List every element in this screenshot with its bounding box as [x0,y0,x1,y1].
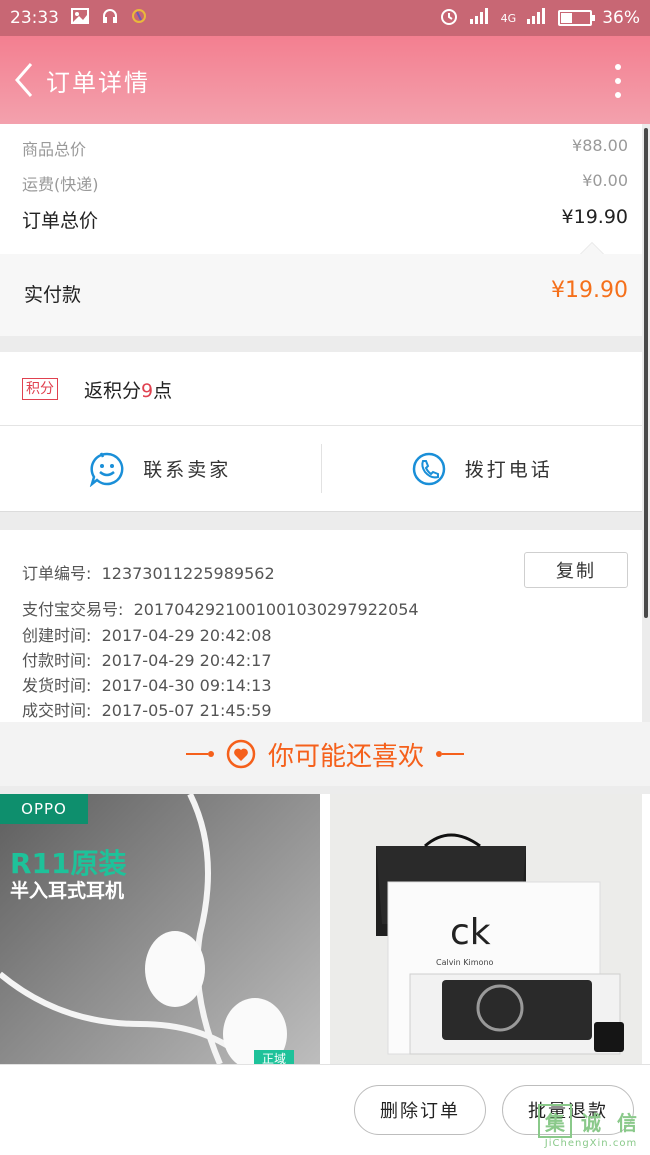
order-total-label: 订单总价 [22,210,99,232]
created-line: 创建时间: 2017-04-29 20:42:08 [22,622,272,646]
created-label: 创建时间: [22,626,92,645]
corner-tag: 正域 [254,1050,294,1064]
paid-row: 实付款 ¥19.90 [0,254,642,336]
chat-face-icon [90,451,124,487]
shipped-value: 2017-04-30 09:14:13 [101,676,272,695]
signal-icon [469,7,491,30]
order-total-value: ¥19.90 [561,206,628,228]
copy-button[interactable]: 复制 [524,552,628,588]
completed-value: 2017-05-07 21:45:59 [101,701,272,720]
chevron-left-icon [15,63,33,97]
goods-total-label: 商品总价 [22,140,87,159]
alipay-value: 2017042921001001030297922054 [133,600,419,619]
completed-label: 成交时间: [22,701,92,720]
shipped-line: 发货时间: 2017-04-30 09:14:13 [22,672,272,696]
battery-percent: 36% [602,8,640,28]
points-text: 返积分9点 [84,376,172,403]
shipping-value: ¥0.00 [582,171,628,190]
phone-icon [412,452,445,485]
page-title: 订单详情 [46,68,150,97]
paid-time-value: 2017-04-29 20:42:17 [101,651,272,670]
contact-seller-label: 联系卖家 [143,459,232,481]
back-button[interactable] [0,36,48,124]
expand-caret-icon [580,242,604,254]
status-time: 23:33 [10,8,59,28]
gift-box-brand-sub: Calvin Kimono [436,958,494,967]
paid-time-label: 付款时间: [22,651,92,670]
order-total-row: 订单总价 ¥19.90 [22,206,628,233]
recommend-header: 你可能还喜欢 [0,722,650,786]
shipped-label: 发货时间: [22,676,92,695]
recommend-title: 你可能还喜欢 [267,741,424,772]
delete-order-button[interactable]: 删除订单 [354,1085,486,1135]
gift-box-brand: ck [450,912,491,953]
order-no-value[interactable]: 1237301122598956​2 [102,564,275,583]
price-summary: 商品总价 ¥88.00 运费(快递) ¥0.00 订单总价 ¥19.90 [0,124,642,254]
call-phone-label: 拨打电话 [464,459,553,481]
points-badge: 积分 [22,378,58,400]
paid-label: 实付款 [24,284,82,306]
watermark-char: 诚 [581,1110,601,1135]
contact-bar: 联系卖家 拨打电话 [0,426,642,512]
watermark-char: 信 [617,1110,637,1135]
app-header: 订单详情 [0,36,650,124]
contact-seller-button[interactable]: 联系卖家 [0,426,321,511]
watermark-url: JiChengXin.com [544,1138,638,1149]
alipay-label: 支付宝交易号: [22,600,124,619]
points-text-before: 返积分 [84,380,142,402]
product-card-earphones[interactable]: OPPO R11原装 半入耳式耳机 正域 [0,794,320,1064]
signal-icon-2 [526,7,548,30]
shipping-label: 运费(快递) [22,175,99,194]
points-row: 积分 返积分9点 [0,352,642,426]
product-card-gift-box[interactable]: ck Calvin Kimono [330,794,642,1064]
points-amount: 9 [141,380,154,402]
watermark-char: 集 [538,1104,572,1138]
battery-level [561,13,572,23]
goods-total-value: ¥88.00 [572,136,628,155]
completed-line: 成交时间: 2017-05-07 21:45:59 [22,697,272,721]
goods-total-row: 商品总价 ¥88.00 [22,136,628,160]
left-dash-icon [185,751,214,757]
image-icon [71,7,89,29]
order-info: 订单编号: 1237301122598956​2 复制 支付宝交易号: 2017… [0,530,642,722]
app-notification-icon [131,7,147,30]
shipping-row: 运费(快递) ¥0.00 [22,171,628,195]
product-grid: OPPO R11原装 半入耳式耳机 正域 ck Calvin Kimono [0,794,650,1064]
more-dot-icon [615,78,621,84]
order-no-line: 订单编号: 1237301122598956​2 [22,560,275,584]
more-dot-icon [615,92,621,98]
paid-value: ¥19.90 [551,278,628,303]
bottom-action-bar: 删除订单 批量退款 集 诚 信 JiChengXin.com [0,1064,650,1155]
alipay-line: 支付宝交易号: 2017042921001001030297922054 [22,596,419,620]
order-no-label: 订单编号: [22,564,92,583]
network-type: 4G [500,11,517,25]
headset-icon [101,7,119,30]
heart-circle-icon [226,739,256,769]
created-value: 2017-04-29 20:42:08 [101,626,272,645]
more-dot-icon [615,64,621,70]
watermark-logo: 集 诚 信 JiChengXin.com [538,1104,644,1149]
more-menu-button[interactable] [608,64,628,98]
paid-time-line: 付款时间: 2017-04-29 20:42:17 [22,647,272,671]
alarm-icon [439,6,459,31]
points-text-after: 点 [153,380,173,402]
earphones-image [0,794,287,1064]
scrollbar[interactable] [644,128,648,618]
right-dash-icon [436,751,464,757]
call-phone-button[interactable]: 拨打电话 [322,426,643,511]
battery-icon [558,10,596,26]
status-bar: 23:33 4G 36% [0,0,650,36]
